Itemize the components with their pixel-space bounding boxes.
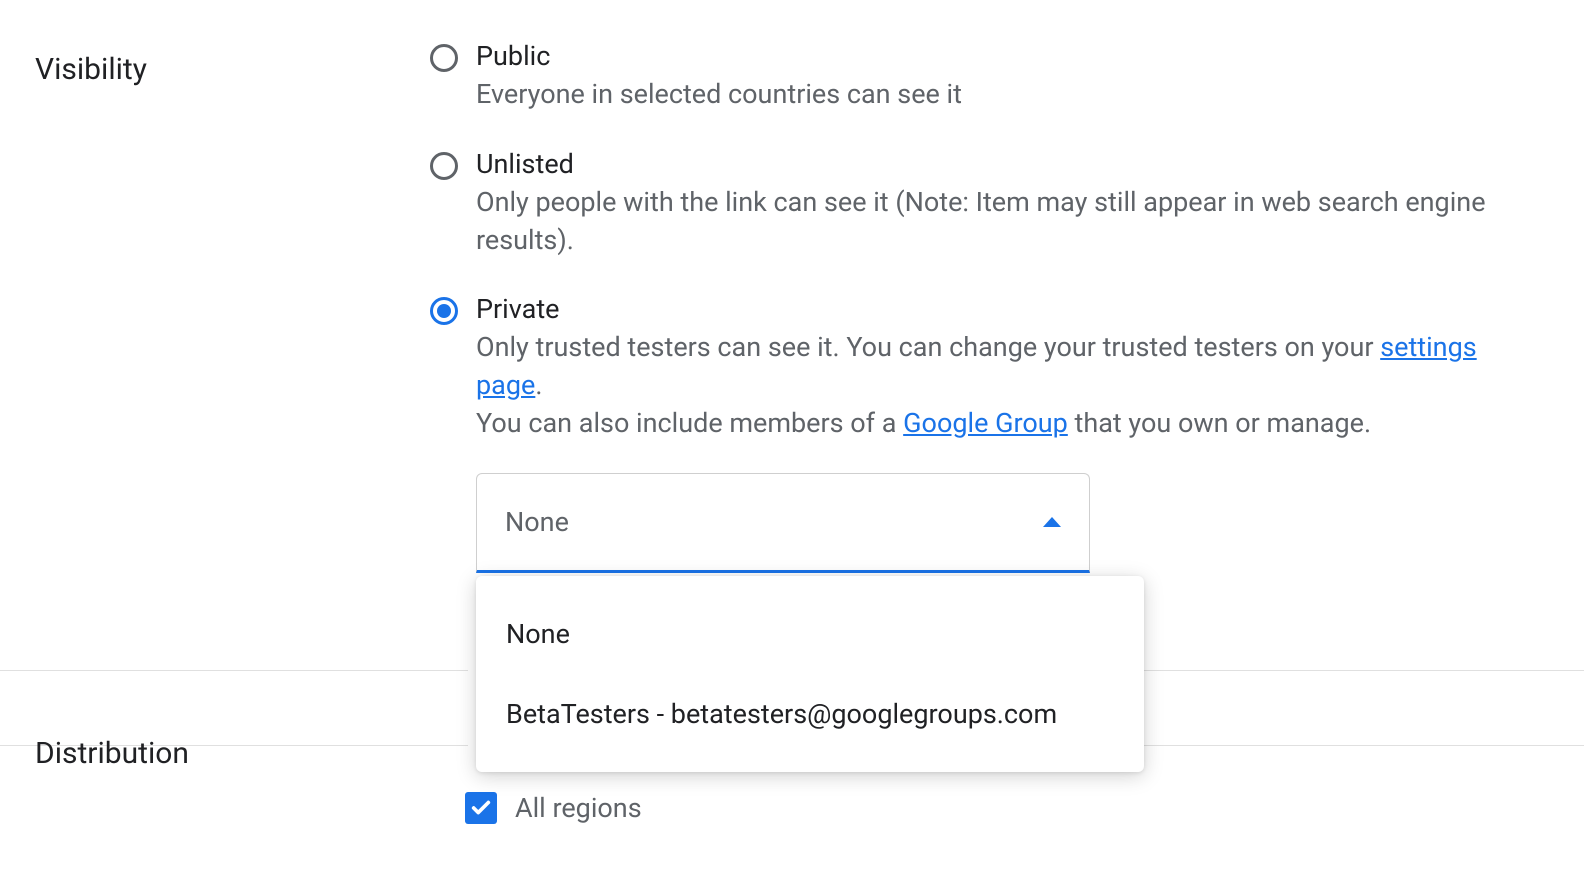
option-title-public: Public xyxy=(476,40,1544,72)
radio-unlisted[interactable] xyxy=(430,152,458,180)
group-option-none[interactable]: None xyxy=(476,594,1144,674)
option-title-private: Private xyxy=(476,293,1544,325)
option-desc-unlisted: Only people with the link can see it (No… xyxy=(476,184,1544,260)
group-select[interactable]: None xyxy=(476,473,1090,573)
option-desc-public: Everyone in selected countries can see i… xyxy=(476,76,1544,114)
group-select-wrap: None None BetaTesters - betatesters@goog… xyxy=(476,473,1090,573)
distribution-label: Distribution xyxy=(35,724,430,771)
distribution-content: All regions xyxy=(465,792,642,824)
visibility-label: Visibility xyxy=(35,40,430,87)
section-divider xyxy=(0,670,468,671)
option-desc-private: Only trusted testers can see it. You can… xyxy=(476,329,1544,442)
check-icon xyxy=(470,797,492,819)
google-group-link[interactable]: Google Group xyxy=(903,407,1068,439)
visibility-option-public[interactable]: Public Everyone in selected countries ca… xyxy=(430,40,1544,114)
radio-public[interactable] xyxy=(430,44,458,72)
visibility-section: Visibility Public Everyone in selected c… xyxy=(0,0,1584,573)
visibility-content: Public Everyone in selected countries ca… xyxy=(430,40,1584,573)
option-title-unlisted: Unlisted xyxy=(476,148,1544,180)
group-option-betatesters[interactable]: BetaTesters - betatesters@googlegroups.c… xyxy=(476,674,1144,754)
visibility-option-private[interactable]: Private Only trusted testers can see it.… xyxy=(430,293,1544,442)
group-select-dropdown: None BetaTesters - betatesters@googlegro… xyxy=(476,576,1144,772)
group-select-value: None xyxy=(505,506,569,538)
all-regions-label: All regions xyxy=(515,792,642,824)
caret-up-icon xyxy=(1043,517,1061,527)
all-regions-checkbox[interactable] xyxy=(465,792,497,824)
radio-private[interactable] xyxy=(430,297,458,325)
visibility-option-unlisted[interactable]: Unlisted Only people with the link can s… xyxy=(430,148,1544,260)
section-divider xyxy=(1136,670,1584,671)
